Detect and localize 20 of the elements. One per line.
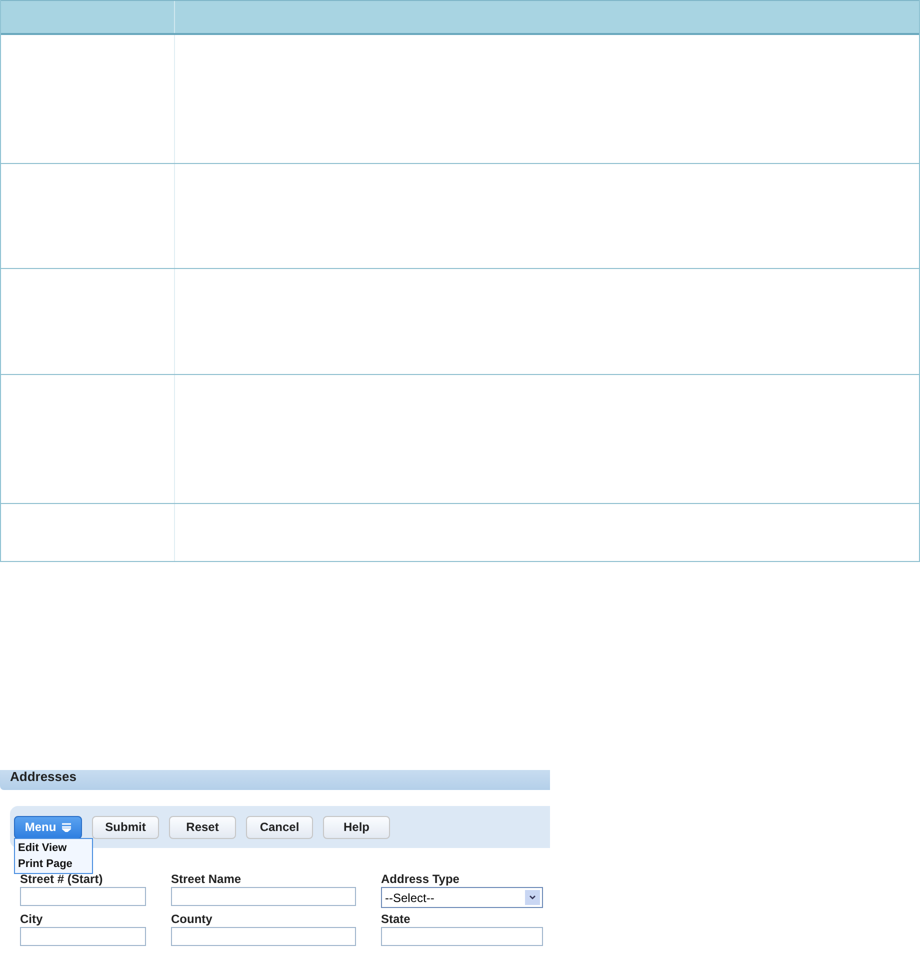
input-field[interactable] [20, 887, 146, 906]
toolbar-button[interactable]: Cancel [246, 816, 313, 838]
select-field[interactable]: --Select-- [381, 887, 543, 908]
field-label: City [20, 912, 44, 927]
input-field[interactable] [381, 927, 543, 946]
input-field[interactable] [171, 927, 356, 946]
toolbar-button[interactable]: Reset [169, 816, 236, 838]
menu-item[interactable]: Edit View [18, 840, 89, 856]
field-label: State [381, 912, 412, 927]
toolbar-button[interactable]: Submit [92, 816, 159, 838]
panel-title: Addresses [0, 770, 550, 790]
menu-item[interactable]: Print Page [18, 856, 89, 872]
input-field[interactable] [20, 927, 146, 946]
field-label: Street # (Start) [20, 872, 104, 887]
caret-icon [62, 822, 72, 832]
field-label: Address Type [381, 872, 460, 887]
field-label: County [171, 912, 214, 927]
toolbar-button[interactable]: Help [323, 816, 390, 838]
field-label: Street Name [171, 872, 242, 887]
input-field[interactable] [171, 887, 356, 906]
